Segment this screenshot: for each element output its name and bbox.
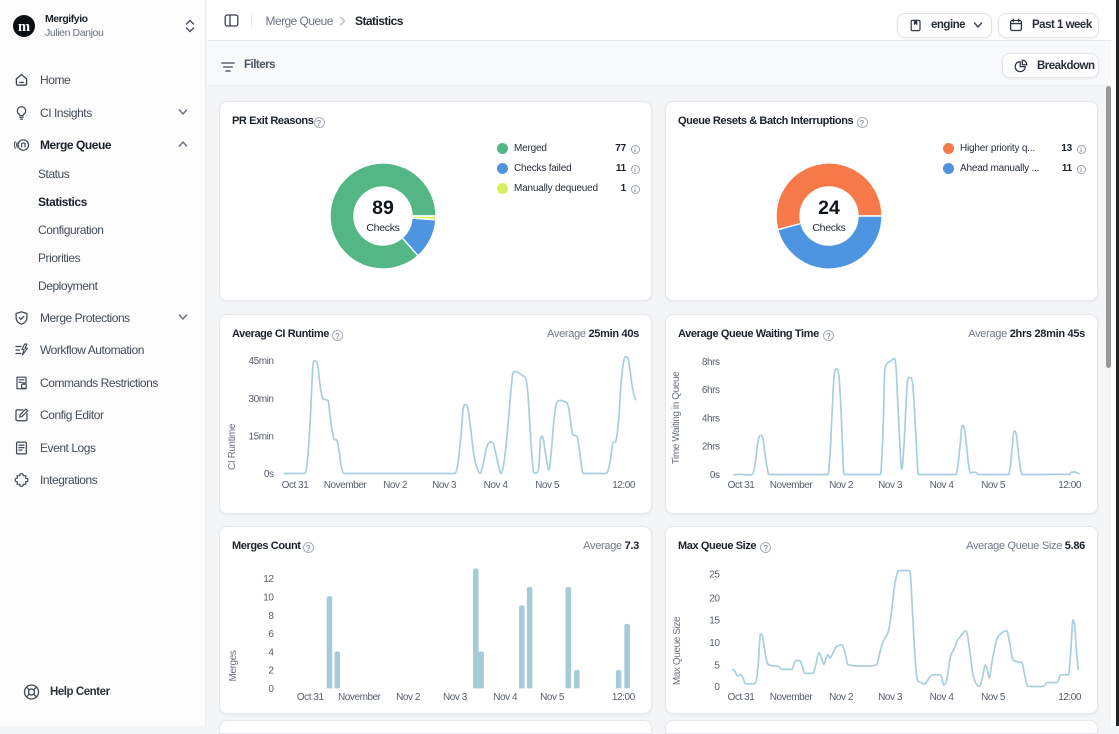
svg-text:November: November	[770, 692, 814, 703]
svg-text:Nov 4: Nov 4	[484, 480, 509, 491]
svg-text:Nov 3: Nov 3	[432, 480, 457, 491]
svg-text:0: 0	[714, 682, 720, 693]
svg-text:Nov 2: Nov 2	[829, 692, 854, 703]
svg-text:Nov 4: Nov 4	[930, 480, 955, 491]
svg-text:8hrs: 8hrs	[702, 357, 720, 368]
svg-text:Nov 4: Nov 4	[930, 692, 955, 703]
svg-text:Nov 5: Nov 5	[540, 692, 565, 703]
svg-text:6: 6	[268, 629, 274, 640]
svg-text:0: 0	[268, 684, 274, 695]
svg-text:2: 2	[268, 666, 274, 677]
svg-text:20: 20	[709, 593, 720, 604]
svg-text:12:00: 12:00	[1058, 692, 1082, 703]
svg-text:45min: 45min	[249, 356, 274, 367]
svg-text:8: 8	[268, 611, 274, 622]
svg-text:Nov 2: Nov 2	[396, 692, 421, 703]
svg-text:4hrs: 4hrs	[702, 413, 720, 424]
svg-text:Nov 4: Nov 4	[493, 692, 518, 703]
svg-text:25: 25	[709, 570, 720, 581]
svg-text:12:00: 12:00	[1058, 480, 1082, 491]
svg-text:Nov 3: Nov 3	[443, 692, 468, 703]
svg-text:0s: 0s	[710, 470, 720, 481]
svg-text:Nov 3: Nov 3	[878, 692, 903, 703]
svg-text:Nov 5: Nov 5	[981, 480, 1006, 491]
svg-text:Oct 31: Oct 31	[282, 480, 310, 491]
svg-text:Time Waiting in Queue: Time Waiting in Queue	[671, 371, 682, 464]
svg-text:0s: 0s	[264, 469, 274, 480]
svg-text:November: November	[770, 480, 814, 491]
svg-text:November: November	[338, 692, 382, 703]
svg-text:Max Queue Size: Max Queue Size	[672, 616, 683, 685]
svg-text:2hrs: 2hrs	[702, 442, 720, 453]
svg-text:12: 12	[263, 574, 274, 585]
svg-text:Oct 31: Oct 31	[728, 692, 756, 703]
svg-text:5: 5	[714, 661, 720, 672]
svg-text:4: 4	[268, 647, 274, 658]
svg-text:15: 15	[709, 615, 720, 626]
svg-text:12:00: 12:00	[612, 480, 636, 491]
svg-text:Nov 3: Nov 3	[878, 480, 903, 491]
svg-text:Nov 2: Nov 2	[383, 480, 408, 491]
svg-text:Nov 5: Nov 5	[981, 692, 1006, 703]
svg-text:Nov 5: Nov 5	[535, 480, 560, 491]
svg-text:Nov 2: Nov 2	[829, 480, 854, 491]
svg-text:10: 10	[709, 638, 720, 649]
svg-text:10: 10	[263, 593, 274, 604]
svg-text:m: m	[17, 19, 29, 35]
svg-text:Oct 31: Oct 31	[297, 692, 325, 703]
svg-text:CI Runtime: CI Runtime	[227, 423, 238, 470]
svg-text:Oct 31: Oct 31	[728, 480, 756, 491]
svg-text:6hrs: 6hrs	[702, 385, 720, 396]
svg-text:November: November	[324, 480, 368, 491]
svg-text:30min: 30min	[249, 394, 274, 405]
svg-text:15min: 15min	[249, 431, 274, 442]
svg-text:Merges: Merges	[228, 650, 239, 681]
svg-text:12:00: 12:00	[612, 692, 636, 703]
